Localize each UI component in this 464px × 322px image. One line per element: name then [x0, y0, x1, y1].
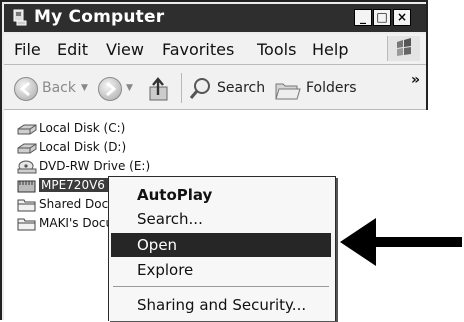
menu-bar: File Edit View Favorites Tools Help	[4, 34, 426, 65]
folder-icon	[17, 218, 36, 231]
drive-label: MPE720V6 (	[39, 178, 116, 192]
title-bar[interactable]: My Computer _ □ ×	[4, 4, 426, 32]
context-menu-separator	[113, 286, 329, 287]
menu-edit[interactable]: Edit	[57, 40, 88, 59]
maximize-button[interactable]: □	[373, 9, 391, 26]
drive-label: Local Disk (C:)	[39, 121, 126, 135]
menu-file[interactable]: File	[14, 40, 41, 59]
folders-icon[interactable]	[273, 77, 303, 103]
windows-logo-icon	[387, 36, 420, 61]
back-dropdown-icon[interactable]: ▼	[81, 83, 88, 93]
context-menu-search[interactable]: Search...	[111, 207, 331, 231]
forward-dropdown-icon[interactable]: ▼	[126, 83, 133, 93]
context-menu-autoplay[interactable]: AutoPlay	[111, 183, 331, 207]
back-button-label[interactable]: Back	[42, 80, 76, 96]
search-icon[interactable]	[188, 75, 214, 103]
menu-tools[interactable]: Tools	[257, 40, 296, 59]
hard-disk-icon	[17, 143, 37, 154]
menu-favorites[interactable]: Favorites	[162, 40, 234, 59]
toolbar: Back ▼ ▼ Search Folders »	[4, 65, 426, 110]
up-folder-icon[interactable]	[146, 75, 172, 103]
back-arrow-icon[interactable]	[14, 77, 38, 101]
removable-disk-icon	[17, 180, 36, 193]
pointer-arrow-icon	[340, 218, 462, 266]
search-button-label[interactable]: Search	[217, 80, 265, 96]
folder-icon	[17, 199, 36, 212]
menu-view[interactable]: View	[106, 40, 144, 59]
hard-disk-icon	[17, 124, 37, 135]
context-menu-sharing-and-security[interactable]: Sharing and Security...	[111, 293, 331, 317]
drive-label: Local Disk (D:)	[39, 140, 127, 154]
folders-button-label[interactable]: Folders	[306, 80, 357, 96]
window-title: My Computer	[34, 7, 165, 27]
drive-label: Shared Docu	[39, 197, 116, 211]
context-menu: AutoPlay Search... Open Explore Sharing …	[108, 176, 336, 321]
toolbar-overflow-chevron-icon[interactable]: »	[411, 72, 420, 88]
close-button[interactable]: ×	[393, 9, 411, 26]
dvd-drive-icon	[17, 160, 37, 174]
minimize-button[interactable]: _	[354, 9, 372, 26]
drive-label: MAKI's Docu	[39, 216, 114, 230]
drive-label: DVD-RW Drive (E:)	[39, 159, 151, 173]
context-menu-open[interactable]: Open	[111, 233, 331, 257]
menu-help[interactable]: Help	[312, 40, 348, 59]
my-computer-icon	[13, 9, 27, 26]
context-menu-explore[interactable]: Explore	[111, 258, 331, 282]
toolbar-separator	[181, 73, 182, 103]
forward-arrow-icon[interactable]	[98, 77, 122, 101]
